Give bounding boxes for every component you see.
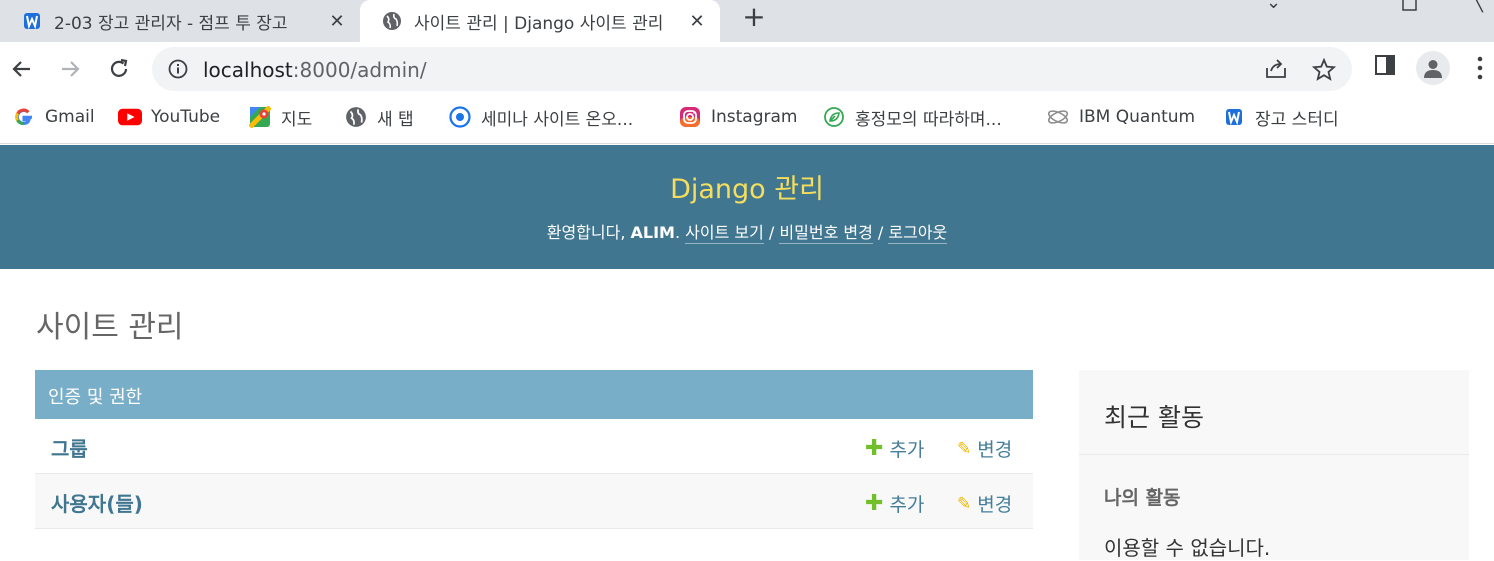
forward-button[interactable] <box>53 52 87 86</box>
bookmark-star-icon[interactable] <box>1311 57 1337 86</box>
no-actions-text: 이용할 수 없습니다. <box>1104 536 1271 560</box>
bookmarks-bar: Gmail YouTube 지도 새 탭 세미나 사이트 온오... Insta… <box>0 96 1494 144</box>
share-icon[interactable] <box>1264 58 1288 84</box>
change-groups-link[interactable]: ✎ 변경 <box>957 435 1012 462</box>
add-groups-link[interactable]: ✚ 추가 <box>865 435 924 462</box>
globe-icon <box>344 105 368 129</box>
tab-jump-to-django[interactable]: 2-03 장고 관리자 - 점프 투 장고 ✕ <box>0 0 360 42</box>
tab-title: 2-03 장고 관리자 - 점프 투 장고 <box>54 13 288 34</box>
app-module-auth: 인증 및 권한 그룹 ✚ 추가 ✎ 변경 사용자(들) ✚ 추가 ✎ 변경 <box>35 370 1033 529</box>
person-icon <box>1424 60 1442 78</box>
logout-link[interactable]: 로그아웃 <box>888 223 948 244</box>
welcome-text: 환영합니다, <box>546 223 626 242</box>
site-info-icon[interactable] <box>168 59 188 83</box>
tab-search-icon[interactable]: ⌄ <box>1266 0 1281 13</box>
tab-title: 사이트 관리 | Django 사이트 관리 <box>414 13 664 34</box>
plus-icon: ✚ <box>865 436 884 461</box>
bookmark-ibm-quantum[interactable]: IBM Quantum <box>1046 105 1195 129</box>
model-link-groups[interactable]: 그룹 <box>51 433 88 462</box>
close-tab-icon[interactable]: ✕ <box>686 10 708 32</box>
maps-icon <box>248 105 272 129</box>
username: ALIM <box>630 223 675 242</box>
globe-icon <box>382 11 402 31</box>
browser-toolbar: localhost:8000/admin/ <box>0 42 1494 96</box>
profile-avatar[interactable] <box>1416 51 1450 85</box>
target-icon <box>448 105 472 129</box>
pencil-icon: ✎ <box>957 438 972 459</box>
tab-strip: 2-03 장고 관리자 - 점프 투 장고 ✕ 사이트 관리 | Django … <box>0 0 1494 42</box>
model-row-groups: 그룹 ✚ 추가 ✎ 변경 <box>35 419 1033 474</box>
menu-dots-icon[interactable] <box>1476 56 1484 84</box>
bookmark-django-study[interactable]: 장고 스터디 <box>1222 105 1339 130</box>
tab-site-admin[interactable]: 사이트 관리 | Django 사이트 관리 ✕ <box>360 0 720 42</box>
recent-actions-title: 최근 활동 <box>1104 403 1204 432</box>
bookmark-instagram[interactable]: Instagram <box>678 105 798 129</box>
add-users-link[interactable]: ✚ 추가 <box>865 490 924 517</box>
change-password-link[interactable]: 비밀번호 변경 <box>779 223 873 244</box>
view-site-link[interactable]: 사이트 보기 <box>685 223 764 244</box>
plus-icon: ✚ <box>865 491 884 516</box>
forward-arrow-icon <box>62 61 80 77</box>
leaf-icon <box>822 105 846 129</box>
instagram-icon <box>678 105 702 129</box>
divider <box>1079 454 1469 455</box>
change-users-link[interactable]: ✎ 변경 <box>957 490 1012 517</box>
model-link-users[interactable]: 사용자(들) <box>51 488 143 517</box>
maximize-icon[interactable] <box>1402 0 1418 17</box>
wikidocs-icon <box>22 11 42 31</box>
wikidocs-icon <box>1222 105 1246 129</box>
bookmark-maps[interactable]: 지도 <box>248 105 312 130</box>
url-text: localhost:8000/admin/ <box>203 58 427 82</box>
bookmark-seminar[interactable]: 세미나 사이트 온오... <box>448 105 633 130</box>
youtube-icon <box>118 105 142 129</box>
page-title: 사이트 관리 <box>36 310 184 345</box>
bookmark-hongjeongmo[interactable]: 홍정모의 따라하며... <box>822 105 1002 130</box>
side-panel-icon[interactable] <box>1374 54 1396 80</box>
recent-actions-panel: 최근 활동 나의 활동 이용할 수 없습니다. <box>1079 370 1469 560</box>
model-row-users: 사용자(들) ✚ 추가 ✎ 변경 <box>35 474 1033 529</box>
site-branding[interactable]: Django 관리 <box>0 167 1494 206</box>
reload-button[interactable] <box>102 52 136 86</box>
close-tab-icon[interactable]: ✕ <box>326 10 348 32</box>
back-button[interactable] <box>5 52 39 86</box>
back-arrow-icon <box>12 61 30 77</box>
new-tab-button[interactable]: + <box>738 3 770 32</box>
admin-header: Django 관리 환영합니다, ALIM. 사이트 보기 / 비밀번호 변경 … <box>0 145 1494 269</box>
user-tools: 환영합니다, ALIM. 사이트 보기 / 비밀번호 변경 / 로그아웃 <box>546 223 948 244</box>
app-caption[interactable]: 인증 및 권한 <box>35 370 1033 419</box>
bookmark-youtube[interactable]: YouTube <box>118 105 220 129</box>
address-bar[interactable]: localhost:8000/admin/ <box>152 47 1352 91</box>
close-window-icon[interactable]: ╲ <box>1472 0 1483 13</box>
reload-icon <box>110 58 128 77</box>
quantum-icon <box>1046 105 1070 129</box>
google-icon <box>12 105 36 129</box>
bookmark-gmail[interactable]: Gmail <box>12 105 95 129</box>
pencil-icon: ✎ <box>957 493 972 514</box>
bookmark-new-tab[interactable]: 새 탭 <box>344 105 414 130</box>
my-actions-title: 나의 활동 <box>1104 487 1181 509</box>
